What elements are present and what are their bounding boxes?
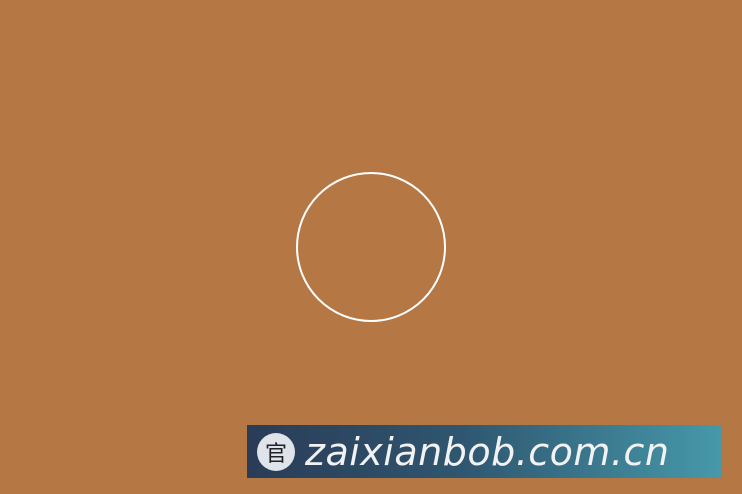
watermark-banner: 官 zaixianbob.com.cn xyxy=(247,425,722,478)
watermark-badge: 官 xyxy=(257,432,295,471)
watermark-domain-text: zaixianbob.com.cn xyxy=(305,429,670,474)
loading-spinner-ring xyxy=(296,172,446,322)
main-canvas: 官 zaixianbob.com.cn xyxy=(0,0,742,494)
watermark-badge-text: 官 xyxy=(264,441,287,467)
